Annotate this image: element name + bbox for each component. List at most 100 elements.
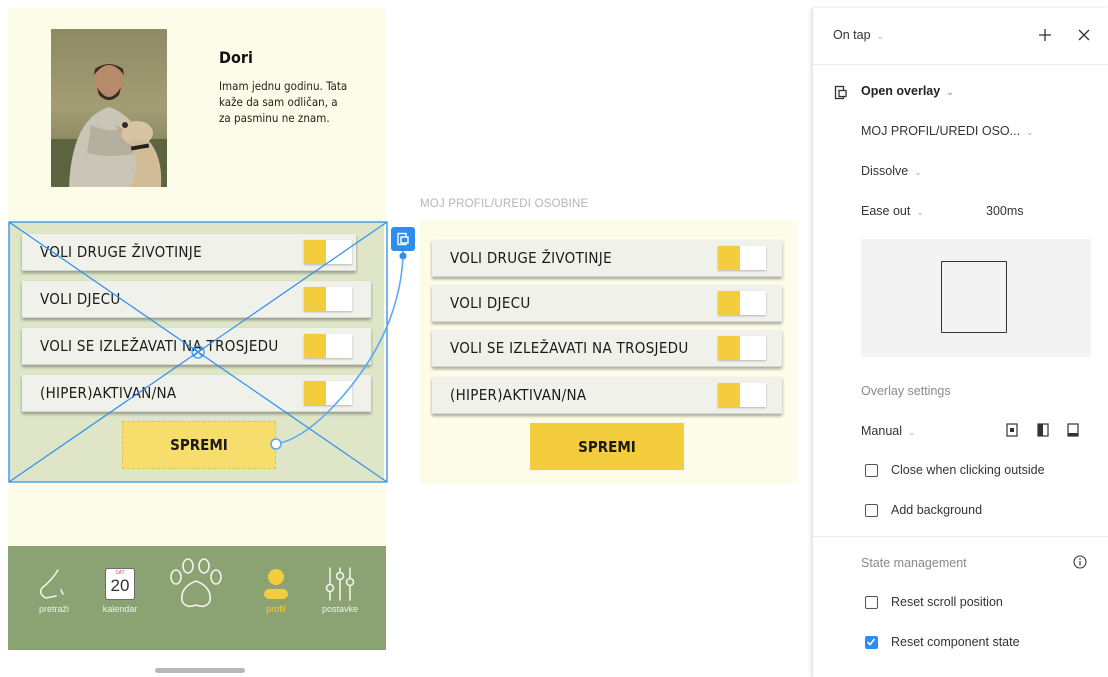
profile-photo (51, 29, 167, 187)
plus-icon[interactable] (1038, 28, 1052, 42)
action-label: Open overlay (861, 84, 941, 98)
nav-label: profil (266, 604, 286, 614)
nav-label: postavke (321, 604, 359, 614)
toggle-switch[interactable] (718, 383, 766, 407)
center-position-icon[interactable] (1006, 423, 1018, 437)
nav-item-home[interactable] (167, 546, 227, 636)
add-background-label: Add background (891, 503, 983, 517)
toggle-switch[interactable] (304, 287, 352, 311)
toggle-switch[interactable] (304, 381, 352, 405)
close-outside-checkbox[interactable] (865, 464, 878, 477)
toggle-label: VOLI DJECU (450, 294, 531, 312)
reset-scroll-checkbox[interactable] (865, 596, 878, 609)
nav-item-settings[interactable]: postavke (310, 546, 370, 636)
animation-dropdown[interactable]: Dissolve ⌄ (861, 164, 922, 178)
add-background-checkbox[interactable] (865, 504, 878, 517)
easing-dropdown[interactable]: Ease out ⌄ (861, 204, 924, 218)
toggle-label: VOLI SE IZLEŽAVATI NA TROSJEDU (40, 337, 279, 355)
bottom-position-icon[interactable] (1067, 423, 1079, 437)
overlay-settings-title: Overlay settings (861, 384, 951, 398)
toggle-knob (304, 240, 326, 264)
nav-item-profile[interactable]: profil (246, 546, 306, 636)
chevron-down-icon: ⌄ (914, 167, 922, 177)
toggle-row-couch[interactable]: VOLI SE IZLEŽAVATI NA TROSJEDU (432, 330, 782, 367)
save-button[interactable]: SPREMI (530, 423, 684, 470)
toggle-switch[interactable] (304, 334, 352, 358)
dog-bio: Imam jednu godinu. Tata kaže da sam odli… (219, 79, 348, 125)
checkmark-icon (866, 638, 876, 646)
divider (813, 536, 1108, 537)
close-icon[interactable] (1077, 28, 1091, 42)
toggle-label: VOLI SE IZLEŽAVATI NA TROSJEDU (450, 339, 689, 357)
toggle-row-active[interactable]: (HIPER)AKTIVAN/NA (432, 377, 782, 414)
toggle-row-animals[interactable]: VOLI DRUGE ŽIVOTINJE (432, 240, 782, 277)
toggle-label: (HIPER)AKTIVAN/NA (450, 386, 587, 404)
toggle-label: VOLI DJECU (40, 290, 121, 308)
easing-label: Ease out (861, 204, 911, 218)
save-button[interactable]: SPREMI (122, 421, 276, 469)
calendar-icon: SAT 20 (90, 566, 150, 602)
paw-icon (167, 558, 227, 610)
animation-preview (861, 239, 1091, 357)
chevron-down-icon: ⌄ (916, 207, 924, 217)
open-overlay-icon (834, 85, 847, 100)
toggle-row-kids[interactable]: VOLI DJECU (22, 281, 371, 318)
toggle-row-active[interactable]: (HIPER)AKTIVAN/NA (22, 375, 371, 412)
trigger-dropdown[interactable]: On tap ⌄ (833, 28, 884, 42)
reset-scroll-label: Reset scroll position (891, 595, 1003, 609)
toggle-row-animals[interactable]: VOLI DRUGE ŽIVOTINJE (22, 234, 356, 271)
nav-label: pretraži (38, 604, 69, 614)
reset-component-checkbox[interactable] (865, 636, 878, 649)
dog-name: Dori (219, 48, 253, 67)
animation-label: Dissolve (861, 164, 909, 178)
nose-icon (24, 566, 84, 602)
divider (813, 64, 1108, 65)
profile-screen: Dori Imam jednu godinu. Tata kaže da sam… (8, 8, 386, 650)
calendar-day-number: 20 (110, 576, 130, 595)
toggle-switch[interactable] (304, 240, 352, 264)
overlay-icon (397, 232, 409, 246)
toggle-switch[interactable] (718, 291, 766, 315)
toggle-label: VOLI DRUGE ŽIVOTINJE (40, 243, 202, 261)
overlay-frame-title[interactable]: MOJ PROFIL/UREDI OSOBINE (420, 198, 588, 210)
destination-dropdown[interactable]: MOJ PROFIL/UREDI OSO... ⌄ (861, 124, 1034, 138)
info-icon[interactable] (1073, 555, 1087, 569)
toggle-row-couch[interactable]: VOLI SE IZLEŽAVATI NA TROSJEDU (22, 328, 371, 365)
chevron-down-icon: ⌄ (946, 87, 954, 97)
toggle-knob (718, 246, 740, 270)
chevron-down-icon: ⌄ (908, 427, 916, 437)
prototype-handle[interactable] (391, 227, 415, 251)
toggle-row-kids[interactable]: VOLI DJECU (432, 285, 782, 322)
preview-frame (941, 261, 1007, 333)
overlay-frame: VOLI DRUGE ŽIVOTINJE VOLI DJECU VOLI SE … (420, 220, 798, 484)
toggle-knob (304, 381, 326, 405)
nav-label: kalendar (102, 604, 138, 614)
toggle-knob (718, 383, 740, 407)
action-dropdown[interactable]: Open overlay ⌄ (861, 84, 954, 98)
nav-item-calendar[interactable]: SAT 20 kalendar (90, 546, 150, 636)
destination-label: MOJ PROFIL/UREDI OSO... (861, 124, 1021, 138)
toggle-label: (HIPER)AKTIVAN/NA (40, 384, 177, 402)
toggle-knob (304, 287, 326, 311)
duration-input[interactable]: 300ms (986, 204, 1024, 218)
reset-component-label: Reset component state (891, 635, 1020, 649)
left-position-icon[interactable] (1037, 423, 1049, 437)
bottom-nav: pretraži SAT 20 kalendar profil postavke (8, 546, 386, 650)
toggle-label: VOLI DRUGE ŽIVOTINJE (450, 249, 612, 267)
prototype-panel: On tap ⌄ Open overlay ⌄ MOJ PROFIL/UREDI O… (812, 8, 1108, 677)
nav-item-search[interactable]: pretraži (24, 546, 84, 636)
toggle-knob (718, 336, 740, 360)
sliders-icon (310, 566, 370, 602)
trigger-label: On tap (833, 28, 871, 42)
toggle-knob (304, 334, 326, 358)
chevron-down-icon: ⌄ (876, 31, 885, 41)
toggle-switch[interactable] (718, 336, 766, 360)
profile-icon (246, 566, 306, 602)
chevron-down-icon: ⌄ (1026, 127, 1034, 137)
position-label: Manual (861, 424, 902, 438)
toggle-switch[interactable] (718, 246, 766, 270)
position-dropdown[interactable]: Manual ⌄ (861, 424, 916, 438)
close-outside-label: Close when clicking outside (891, 463, 1045, 477)
toggle-knob (718, 291, 740, 315)
state-management-title: State management (861, 556, 967, 570)
